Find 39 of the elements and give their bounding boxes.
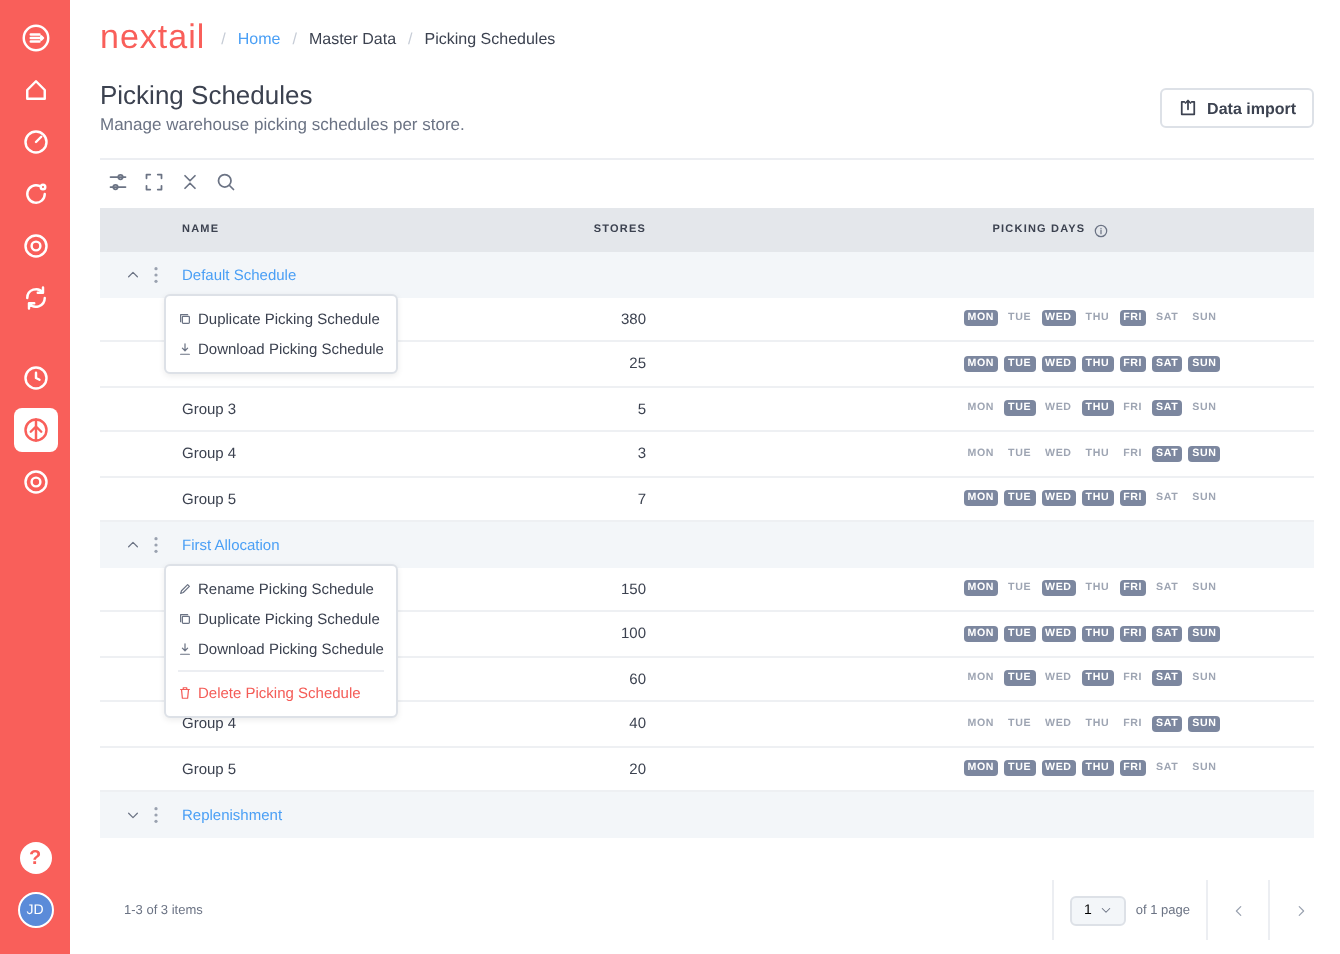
more-options-icon[interactable] [152, 535, 160, 554]
gauge-icon[interactable] [21, 128, 49, 156]
clock-icon[interactable] [21, 364, 49, 392]
breadcrumb-separator: / [408, 29, 413, 47]
search-icon[interactable] [216, 172, 236, 192]
pencil-icon [178, 582, 192, 596]
next-page-icon[interactable] [1293, 903, 1307, 917]
breadcrumb-item: Picking Schedules [424, 29, 556, 47]
previous-page-icon[interactable] [1231, 903, 1245, 917]
breadcrumb-separator: / [292, 29, 297, 47]
breadcrumb-item: Master Data [308, 29, 397, 47]
menu-icon[interactable] [21, 24, 49, 52]
target-icon[interactable] [21, 468, 49, 496]
filter-icon[interactable] [108, 172, 128, 192]
cycle-icon[interactable] [21, 284, 49, 312]
breadcrumb-separator: / [221, 29, 226, 47]
data-import-button[interactable]: Data import [1159, 88, 1314, 128]
trash-icon [178, 686, 192, 700]
info-icon [1093, 223, 1108, 237]
target-icon[interactable] [21, 232, 49, 260]
download-icon [178, 342, 192, 356]
chevron-up-icon[interactable] [126, 537, 140, 552]
collapse-icon[interactable] [180, 172, 200, 192]
page-subtitle: Manage warehouse picking schedules per store. [100, 114, 465, 134]
chevron-up-icon[interactable] [126, 267, 140, 282]
copy-icon [178, 312, 192, 326]
page-title: Picking Schedules [100, 80, 315, 110]
chevron-down-icon[interactable] [126, 807, 140, 822]
more-options-icon[interactable] [152, 265, 160, 284]
copy-icon [178, 612, 192, 626]
split-icon[interactable] [21, 416, 49, 444]
split-nav-button[interactable] [13, 408, 57, 452]
home-icon[interactable] [21, 76, 49, 104]
more-options-icon[interactable] [152, 805, 160, 824]
download-icon [178, 642, 192, 656]
refresh-icon[interactable] [21, 180, 49, 208]
import-icon [1177, 98, 1198, 118]
chevron-down-icon [1099, 904, 1112, 916]
expand-icon[interactable] [144, 172, 164, 192]
